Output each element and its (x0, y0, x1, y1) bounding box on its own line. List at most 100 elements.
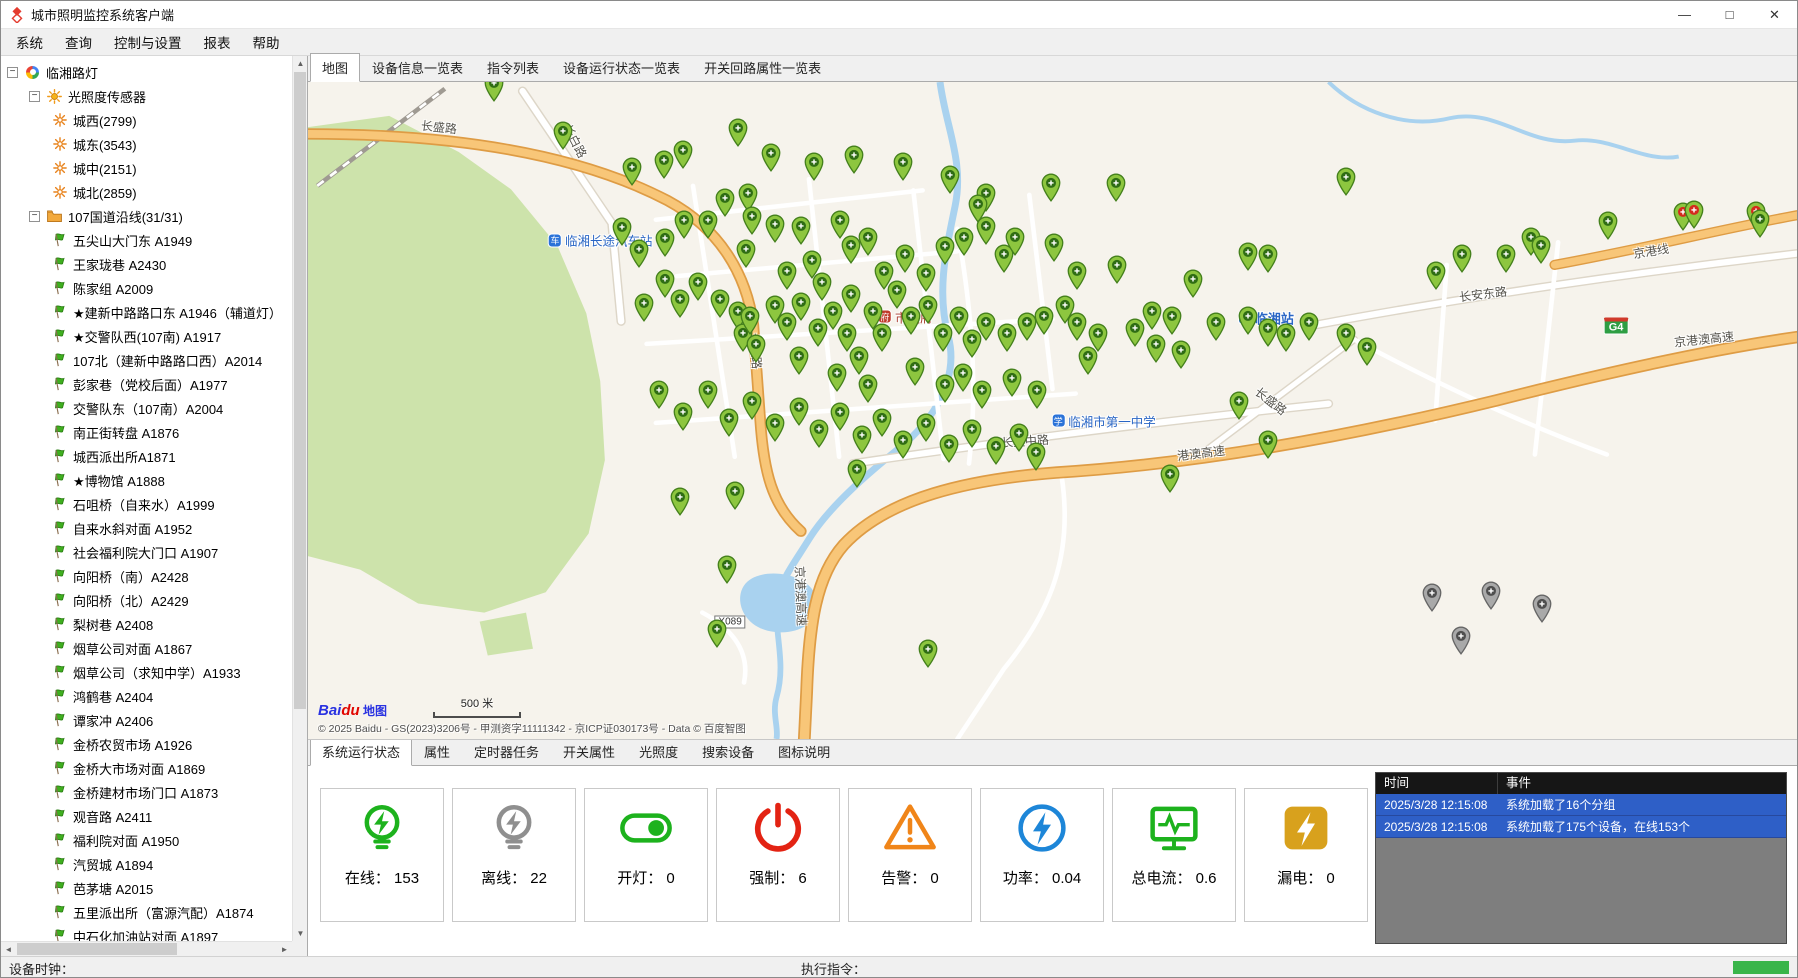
map-marker[interactable] (707, 619, 727, 651)
map-marker[interactable] (1005, 227, 1025, 259)
map-marker[interactable] (1496, 244, 1516, 276)
tree-item[interactable]: 石咀桥（自来水）A1999 (1, 492, 292, 516)
map-marker-alarm[interactable] (1684, 200, 1704, 232)
map-marker[interactable] (893, 152, 913, 184)
tree-horizontal-scrollbar[interactable]: ◄ ► (1, 941, 292, 956)
tree-item[interactable]: 城中(2151) (1, 156, 292, 180)
map-marker[interactable] (1750, 209, 1770, 241)
map-marker[interactable] (622, 157, 642, 189)
map-marker[interactable] (674, 210, 694, 242)
map-tab-4[interactable]: 开关回路属性一览表 (692, 53, 833, 82)
tree-item[interactable]: 芭茅塘 A2015 (1, 876, 292, 900)
tree-vertical-scrollbar[interactable]: ▲ ▼ (292, 56, 307, 941)
close-button[interactable]: ✕ (1752, 1, 1797, 29)
tree-item[interactable]: 金桥大市场对面 A1869 (1, 756, 292, 780)
map-marker[interactable] (1160, 464, 1180, 496)
map-marker[interactable] (1078, 346, 1098, 378)
tree-item[interactable]: 烟草公司（求知中学）A1933 (1, 660, 292, 684)
map-marker[interactable] (1027, 380, 1047, 412)
map-marker[interactable] (1106, 173, 1126, 205)
map-marker[interactable] (935, 374, 955, 406)
tree-item[interactable]: 汽贸城 A1894 (1, 852, 292, 876)
tree-item[interactable]: 中石化加油站对面 A1897 (1, 924, 292, 941)
map-marker[interactable] (688, 272, 708, 304)
map-marker[interactable] (916, 413, 936, 445)
map-marker[interactable] (1107, 255, 1127, 287)
tree-item[interactable]: 向阳桥（北）A2429 (1, 588, 292, 612)
map-marker[interactable] (1531, 235, 1551, 267)
tree-item[interactable]: 城西(2799) (1, 108, 292, 132)
map-marker[interactable] (789, 397, 809, 429)
map-marker[interactable] (553, 121, 573, 153)
map-marker[interactable] (872, 323, 892, 355)
map-tab-0[interactable]: 地图 (310, 53, 360, 82)
map-marker[interactable] (844, 145, 864, 177)
horizontal-scrollbar-thumb[interactable] (17, 943, 177, 955)
map-marker[interactable] (1258, 430, 1278, 462)
map-marker[interactable] (484, 82, 504, 105)
map-marker[interactable] (728, 118, 748, 150)
tree-item[interactable]: −光照度传感器 (1, 84, 292, 108)
minimize-button[interactable]: — (1662, 1, 1707, 29)
map-marker[interactable] (1276, 323, 1296, 355)
map-marker[interactable] (918, 639, 938, 671)
map-marker[interactable] (962, 419, 982, 451)
map-marker[interactable] (939, 434, 959, 466)
tree-expander-icon[interactable]: − (29, 211, 40, 222)
map-marker[interactable] (895, 244, 915, 276)
map-marker[interactable] (858, 227, 878, 259)
tree-item[interactable]: 城西派出所A1871 (1, 444, 292, 468)
map-marker-offline[interactable] (1451, 626, 1471, 658)
map-marker[interactable] (905, 357, 925, 389)
map-marker[interactable] (717, 555, 737, 587)
map-marker[interactable] (827, 363, 847, 395)
map-marker[interactable] (715, 188, 735, 220)
map-marker[interactable] (841, 284, 861, 316)
map-marker[interactable] (765, 214, 785, 246)
map-marker[interactable] (1598, 211, 1618, 243)
tree-expander-icon[interactable]: − (7, 67, 18, 78)
map-marker[interactable] (997, 323, 1017, 355)
map-marker[interactable] (1162, 306, 1182, 338)
tree-expander-icon[interactable]: − (29, 91, 40, 102)
bottom-tab-3[interactable]: 开关属性 (551, 737, 627, 766)
map-tab-2[interactable]: 指令列表 (475, 53, 551, 82)
vertical-scrollbar-thumb[interactable] (294, 72, 306, 709)
tree-item[interactable]: 金桥建材市场门口 A1873 (1, 780, 292, 804)
map-marker[interactable] (791, 216, 811, 248)
tree-item[interactable]: 107北（建新中路路口西）A2014 (1, 348, 292, 372)
event-row[interactable]: 2025/3/28 12:15:08系统加载了175个设备，在线153个 (1376, 816, 1786, 838)
map-marker[interactable] (777, 261, 797, 293)
map-marker[interactable] (789, 346, 809, 378)
map-marker[interactable] (976, 312, 996, 344)
map-marker[interactable] (761, 143, 781, 175)
map-tab-3[interactable]: 设备运行状态一览表 (551, 53, 692, 82)
bottom-tab-0[interactable]: 系统运行状态 (310, 737, 412, 766)
map-tab-1[interactable]: 设备信息一览表 (360, 53, 475, 82)
map-marker[interactable] (1336, 167, 1356, 199)
map-marker[interactable] (1336, 323, 1356, 355)
menu-item[interactable]: 控制与设置 (103, 28, 193, 56)
map-marker[interactable] (719, 408, 739, 440)
map-marker[interactable] (1426, 261, 1446, 293)
scroll-left-arrow[interactable]: ◄ (1, 942, 16, 957)
map-marker[interactable] (710, 289, 730, 321)
map-marker[interactable] (940, 165, 960, 197)
map-marker[interactable] (986, 436, 1006, 468)
map-marker[interactable] (649, 380, 669, 412)
tree-item[interactable]: 梨树巷 A2408 (1, 612, 292, 636)
map-marker[interactable] (1041, 173, 1061, 205)
tree-item[interactable]: 王家珑巷 A2430 (1, 252, 292, 276)
map-marker[interactable] (1238, 242, 1258, 274)
event-name-header[interactable]: 事件 (1498, 773, 1786, 794)
menu-item[interactable]: 帮助 (242, 28, 291, 56)
tree-item[interactable]: −107国道沿线(31/31) (1, 204, 292, 228)
tree-item[interactable]: 鸿鹤巷 A2404 (1, 684, 292, 708)
map-marker[interactable] (740, 306, 760, 338)
tree-item[interactable]: 交警队东（107南）A2004 (1, 396, 292, 420)
tree-item[interactable]: 城北(2859) (1, 180, 292, 204)
tree-item[interactable]: 福利院对面 A1950 (1, 828, 292, 852)
map-marker[interactable] (1452, 244, 1472, 276)
map-marker[interactable] (634, 293, 654, 325)
map-marker[interactable] (1067, 312, 1087, 344)
